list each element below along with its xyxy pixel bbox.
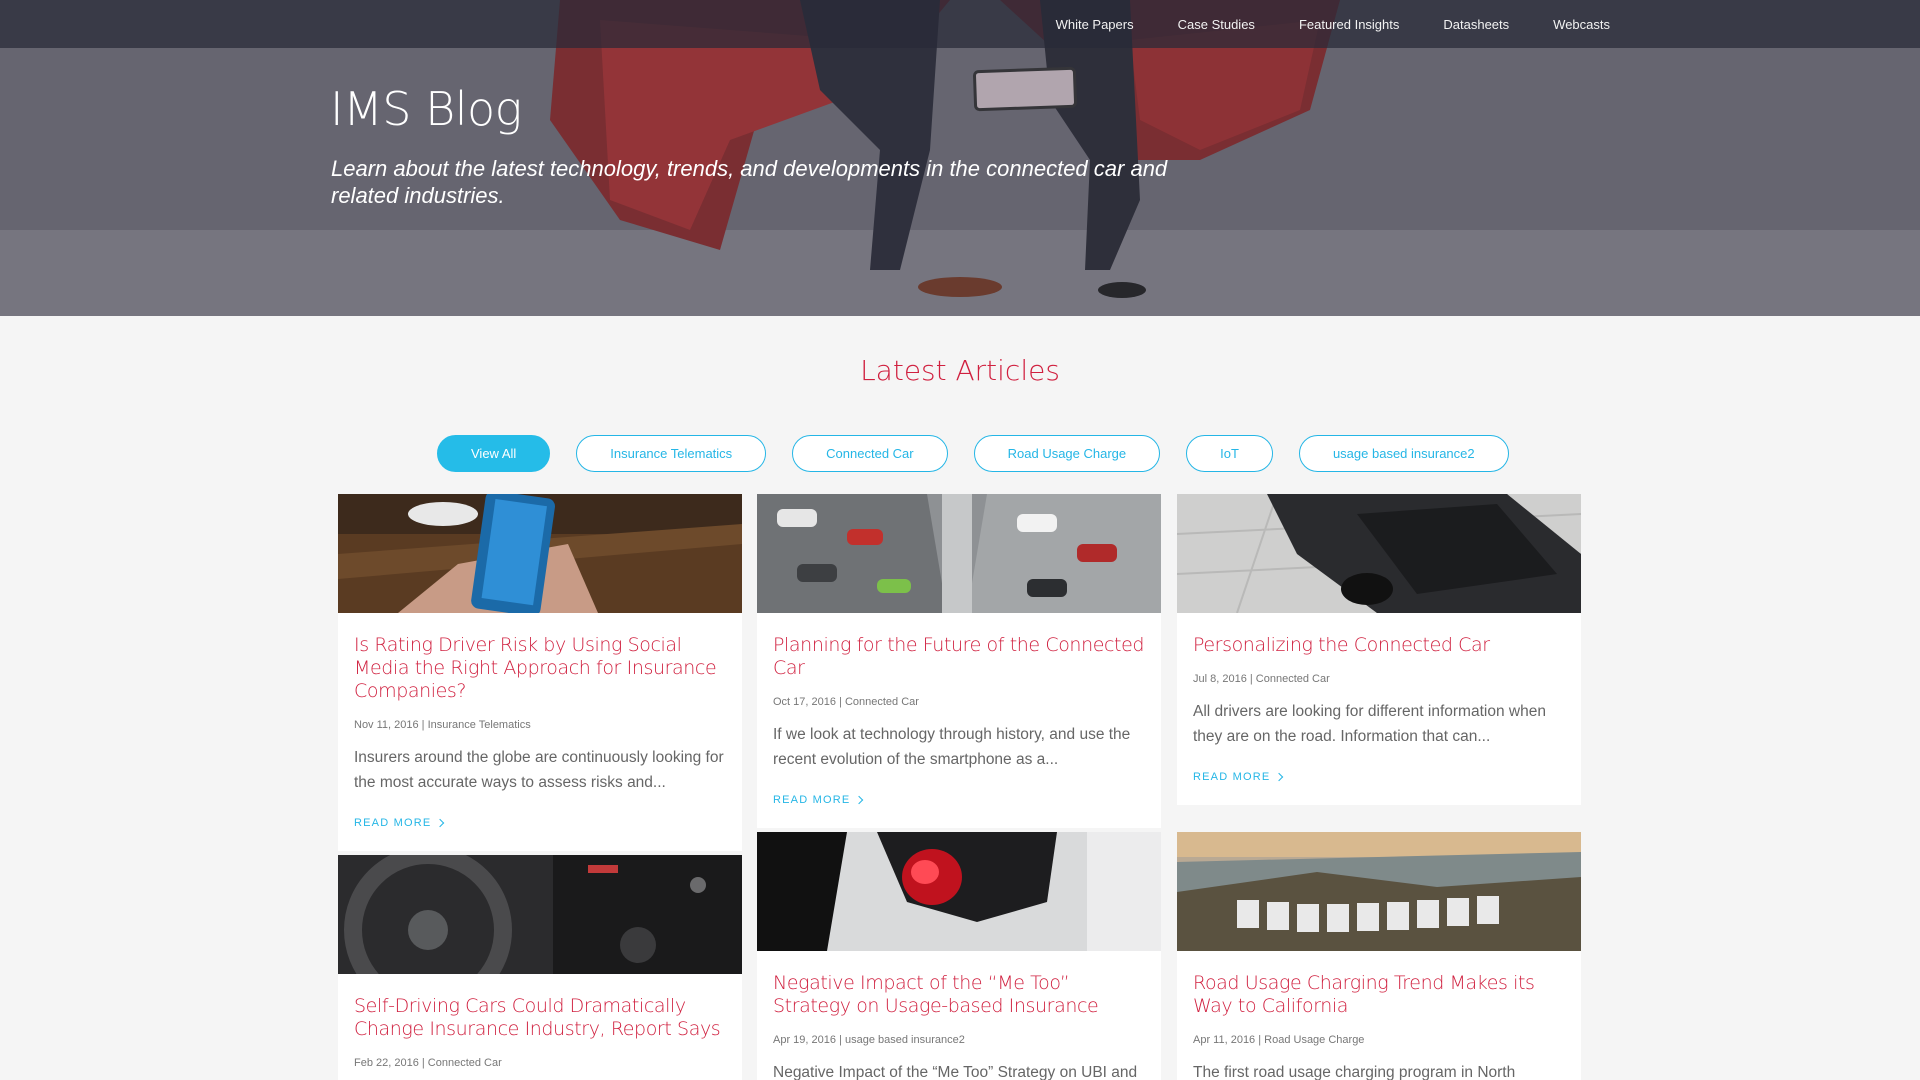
article-card: Planning for the Future of the Connected… bbox=[757, 494, 1161, 828]
nav-case-studies[interactable]: Case Studies bbox=[1178, 17, 1255, 32]
main-nav: White Papers Case Studies Featured Insig… bbox=[1056, 0, 1610, 48]
read-more-label: READ MORE bbox=[354, 817, 432, 829]
article-title[interactable]: Personalizing the Connected Car bbox=[1193, 634, 1565, 657]
article-title[interactable]: Is Rating Driver Risk by Using Social Me… bbox=[354, 634, 726, 703]
article-thumbnail-car-showroom[interactable] bbox=[1176, 493, 1582, 614]
filter-usage-based-insurance2[interactable]: usage based insurance2 bbox=[1298, 435, 1509, 472]
chevron-right-icon bbox=[855, 795, 864, 805]
chevron-right-icon bbox=[1275, 772, 1284, 782]
article-card: Self-Driving Cars Could Dramatically Cha… bbox=[338, 846, 742, 1080]
nav-webcasts[interactable]: Webcasts bbox=[1553, 17, 1610, 32]
article-title[interactable]: Negative Impact of the “Me Too” Strategy… bbox=[773, 972, 1145, 1018]
read-more-link[interactable]: READ MORE bbox=[1193, 771, 1284, 783]
article-meta: Feb 22, 2016 | Connected Car bbox=[354, 1057, 502, 1069]
article-excerpt: The first road usage charging program in… bbox=[1193, 1064, 1516, 1080]
article-meta: Oct 17, 2016 | Connected Car bbox=[773, 696, 919, 708]
filter-connected-car[interactable]: Connected Car bbox=[792, 435, 948, 472]
filter-road-usage-charge[interactable]: Road Usage Charge bbox=[973, 435, 1161, 472]
article-thumbnail-phone[interactable] bbox=[338, 490, 742, 617]
article-meta: Apr 11, 2016 | Road Usage Charge bbox=[1193, 1034, 1365, 1046]
filter-view-all[interactable]: View All bbox=[437, 435, 551, 472]
top-navigation-bar: White Papers Case Studies Featured Insig… bbox=[0, 0, 1920, 48]
article-thumbnail-hollywood-sign[interactable] bbox=[1177, 832, 1581, 951]
article-thumbnail-tail-light[interactable] bbox=[757, 832, 1161, 951]
category-filters: View All Insurance Telematics Connected … bbox=[437, 435, 1509, 472]
article-title[interactable]: Road Usage Charging Trend Makes its Way … bbox=[1193, 972, 1565, 1018]
article-meta: Apr 19, 2016 | usage based insurance2 bbox=[773, 1034, 965, 1046]
nav-featured-insights[interactable]: Featured Insights bbox=[1299, 17, 1399, 32]
read-more-link[interactable]: READ MORE bbox=[773, 794, 864, 806]
article-card: Road Usage Charging Trend Makes its Way … bbox=[1177, 832, 1581, 1080]
article-meta: Jul 8, 2016 | Connected Car bbox=[1193, 673, 1330, 685]
page-title: IMS Blog bbox=[330, 82, 522, 136]
article-card: Personalizing the Connected Car Jul 8, 2… bbox=[1176, 493, 1582, 805]
nav-white-papers[interactable]: White Papers bbox=[1056, 17, 1134, 32]
article-thumbnail-steering-wheel[interactable] bbox=[338, 846, 742, 1014]
chevron-right-icon bbox=[436, 818, 445, 828]
filter-iot[interactable]: IoT bbox=[1186, 435, 1273, 472]
article-card: Is Rating Driver Risk by Using Social Me… bbox=[338, 490, 742, 851]
read-more-label: READ MORE bbox=[773, 794, 851, 806]
article-title[interactable]: Self-Driving Cars Could Dramatically Cha… bbox=[354, 995, 726, 1041]
section-title: Latest Articles bbox=[860, 354, 1060, 387]
hero-banner: White Papers Case Studies Featured Insig… bbox=[0, 0, 1920, 316]
article-excerpt: Insurers around the globe are continuous… bbox=[354, 749, 724, 791]
article-meta: Nov 11, 2016 | Insurance Telematics bbox=[354, 719, 531, 731]
filter-insurance-telematics[interactable]: Insurance Telematics bbox=[576, 435, 767, 472]
article-excerpt: All drivers are looking for different in… bbox=[1193, 703, 1546, 745]
article-title[interactable]: Planning for the Future of the Connected… bbox=[773, 634, 1145, 680]
read-more-label: READ MORE bbox=[1193, 771, 1271, 783]
article-excerpt: If we look at technology through history… bbox=[773, 726, 1131, 768]
article-excerpt: Negative Impact of the “Me Too” Strategy… bbox=[773, 1064, 1138, 1080]
read-more-link[interactable]: READ MORE bbox=[354, 817, 445, 829]
nav-datasheets[interactable]: Datasheets bbox=[1443, 17, 1509, 32]
page-subtitle: Learn about the latest technology, trend… bbox=[331, 156, 1168, 208]
article-card: Negative Impact of the “Me Too” Strategy… bbox=[757, 832, 1161, 1080]
article-thumbnail-parking-garage[interactable] bbox=[757, 494, 1161, 613]
